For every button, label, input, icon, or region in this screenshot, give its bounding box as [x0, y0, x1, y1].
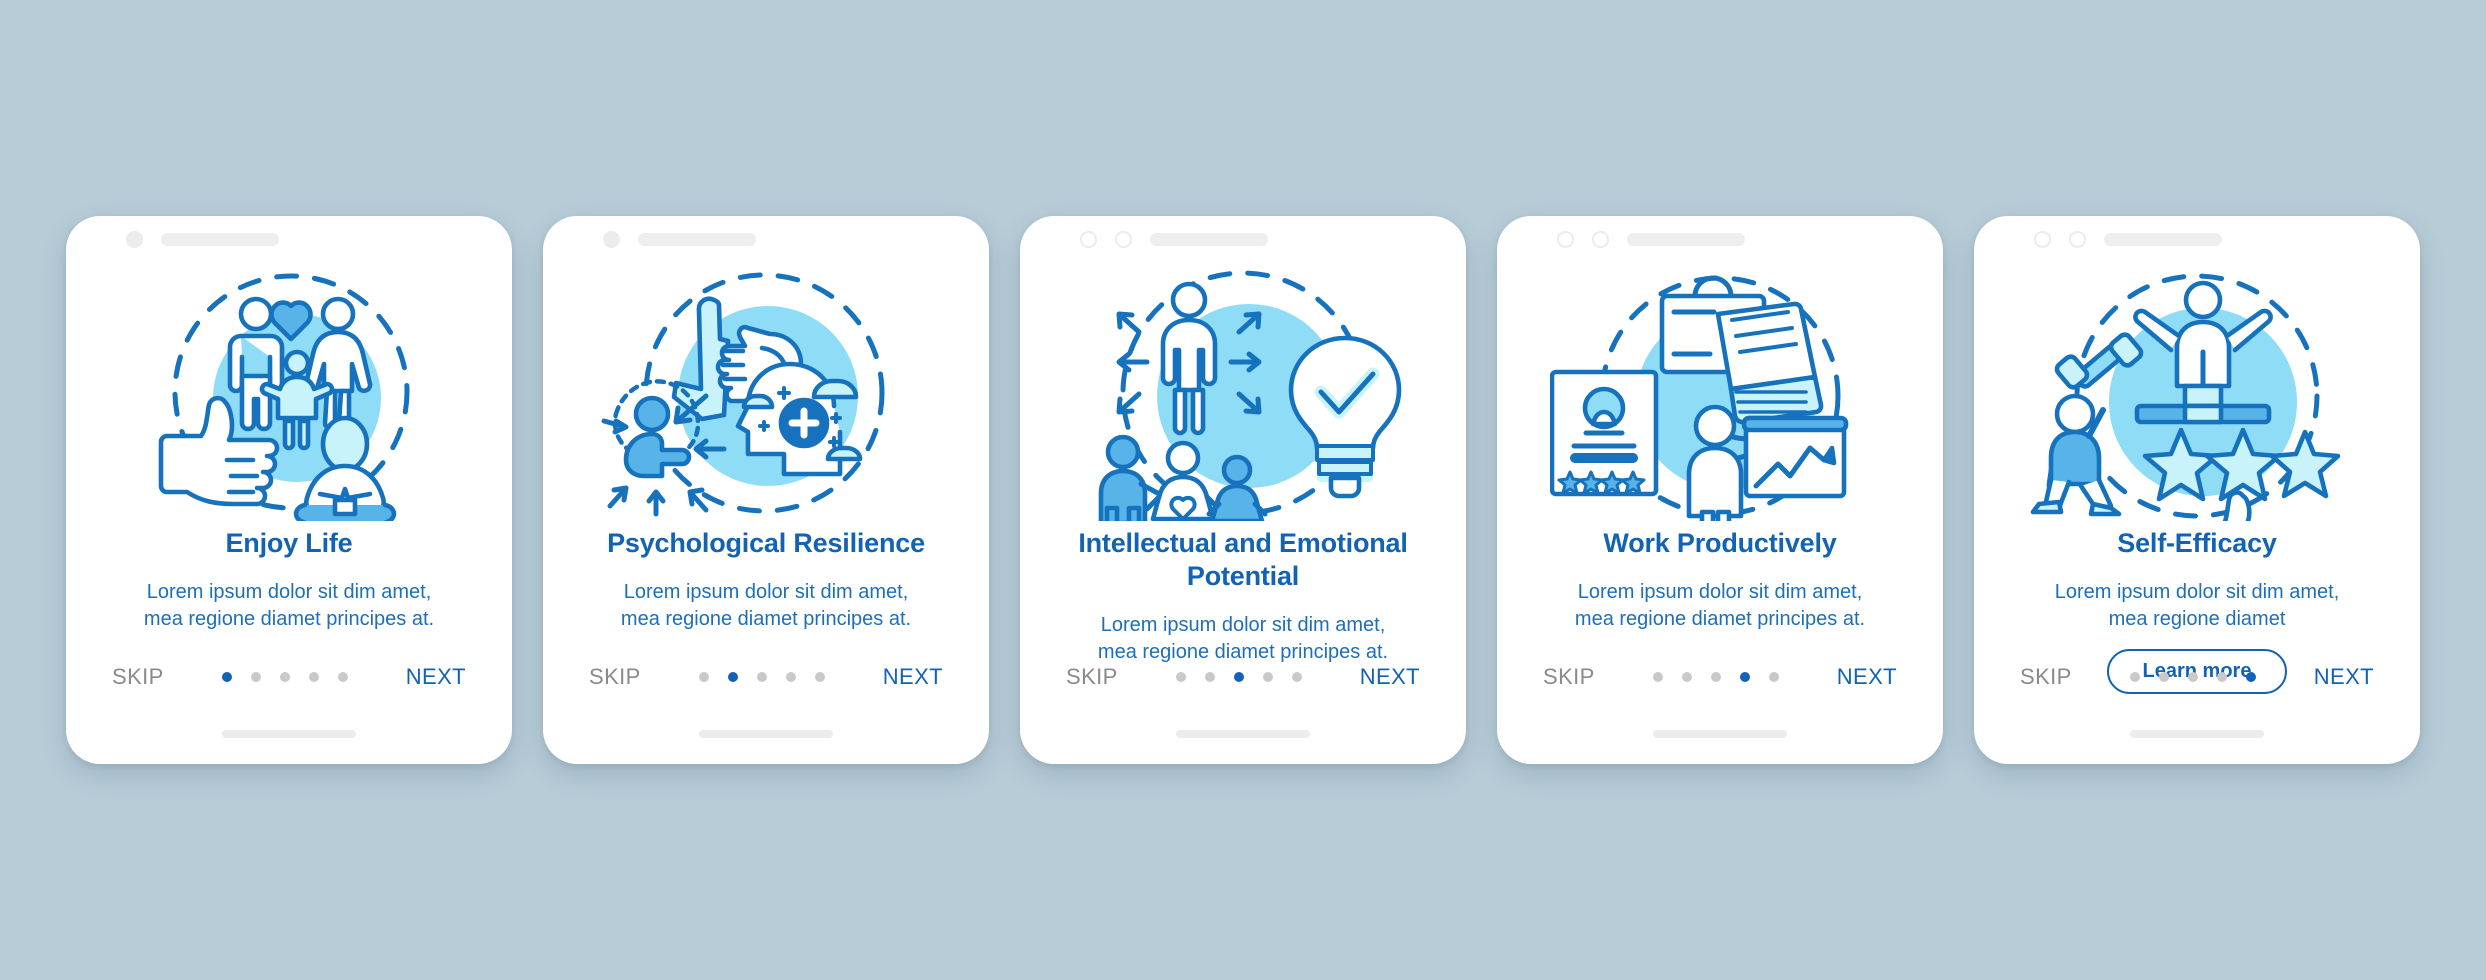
home-indicator: [2130, 730, 2264, 738]
pagination-dot[interactable]: [756, 672, 767, 682]
card-title: Enjoy Life: [225, 528, 353, 558]
camera-ring-icon: [2034, 230, 2051, 248]
speaker-grill-icon: [1150, 232, 1268, 246]
illustration-self-efficacy: [2027, 266, 2367, 521]
pagination-dot[interactable]: [221, 672, 232, 682]
skip-button[interactable]: SKIP: [112, 664, 164, 690]
onboarding-card-4: Work Productively Lorem ipsum dolor sit …: [1497, 216, 1943, 764]
card-nav: SKIP NEXT: [543, 664, 989, 690]
card-title: Self-Efficacy: [2117, 528, 2277, 558]
skip-button[interactable]: SKIP: [1066, 664, 1118, 690]
next-button[interactable]: NEXT: [1837, 664, 1897, 690]
pagination-dot[interactable]: [1710, 672, 1721, 682]
home-indicator: [1176, 730, 1310, 738]
pagination-dot[interactable]: [2187, 672, 2198, 682]
card-nav: SKIP NEXT: [1974, 664, 2420, 690]
pagination-dot[interactable]: [1233, 672, 1244, 682]
next-button[interactable]: NEXT: [883, 664, 943, 690]
speaker-grill-icon: [161, 232, 279, 246]
illustration-enjoy-life: [119, 266, 459, 521]
card-nav: SKIP NEXT: [1020, 664, 1466, 690]
pagination-dot[interactable]: [2158, 672, 2169, 682]
card-title: Psychological Resilience: [607, 528, 925, 558]
pagination-dot[interactable]: [1768, 672, 1779, 682]
onboarding-card-2: Psychological Resilience Lorem ipsum dol…: [543, 216, 989, 764]
sensor-ring-icon: [1592, 230, 1609, 248]
card-title: Intellectual and Emotional Potential: [1078, 528, 1408, 592]
card-title: Work Productively: [1603, 528, 1837, 558]
skip-button[interactable]: SKIP: [2020, 664, 2072, 690]
speaker-grill-icon: [1627, 232, 1745, 246]
sensor-ring-icon: [1115, 230, 1132, 248]
camera-dot-icon: [603, 230, 620, 248]
illustration-intellectual-emotional-potential: [1073, 266, 1413, 521]
home-indicator: [1653, 730, 1787, 738]
card-body: Lorem ipsum dolor sit dim amet, mea regi…: [143, 581, 435, 630]
pagination-dot[interactable]: [1291, 672, 1302, 682]
pagination-dot[interactable]: [1652, 672, 1663, 682]
pagination-dots: [1652, 672, 1779, 682]
onboarding-card-1: Enjoy Life Lorem ipsum dolor sit dim ame…: [66, 216, 512, 764]
speaker-grill-icon: [638, 232, 756, 246]
pagination-dot[interactable]: [1175, 672, 1186, 682]
pagination-dot[interactable]: [814, 672, 825, 682]
pagination-dot[interactable]: [1739, 672, 1750, 682]
pagination-dots: [2129, 672, 2256, 682]
card-nav: SKIP NEXT: [1497, 664, 1943, 690]
pagination-dot[interactable]: [1681, 672, 1692, 682]
onboarding-card-3: Intellectual and Emotional Potential Lor…: [1020, 216, 1466, 764]
pagination-dot[interactable]: [308, 672, 319, 682]
onboarding-card-5: Self-Efficacy Lorem ipsum dolor sit dim …: [1974, 216, 2420, 764]
status-bar: [1497, 216, 1943, 262]
pagination-dot[interactable]: [727, 672, 738, 682]
speaker-grill-icon: [2104, 232, 2222, 246]
home-indicator: [222, 730, 356, 738]
pagination-dot[interactable]: [2245, 672, 2256, 682]
card-body: Lorem ipsum dolor sit dim amet, mea regi…: [2054, 581, 2340, 630]
card-nav: SKIP NEXT: [66, 664, 512, 690]
skip-button[interactable]: SKIP: [1543, 664, 1595, 690]
status-bar: [1974, 216, 2420, 262]
illustration-psychological-resilience: [596, 266, 936, 521]
card-body: Lorem ipsum dolor sit dim amet, mea regi…: [1574, 581, 1866, 630]
pagination-dot[interactable]: [698, 672, 709, 682]
next-button[interactable]: NEXT: [2314, 664, 2374, 690]
pagination-dot[interactable]: [250, 672, 261, 682]
home-indicator: [699, 730, 833, 738]
pagination-dots: [1175, 672, 1302, 682]
pagination-dot[interactable]: [279, 672, 290, 682]
illustration-work-productively: [1550, 266, 1890, 521]
camera-ring-icon: [1080, 230, 1097, 248]
sensor-ring-icon: [2069, 230, 2086, 248]
skip-button[interactable]: SKIP: [589, 664, 641, 690]
pagination-dot[interactable]: [785, 672, 796, 682]
onboarding-screens-board: Enjoy Life Lorem ipsum dolor sit dim ame…: [0, 0, 2486, 980]
status-bar: [1020, 216, 1466, 262]
pagination-dots: [698, 672, 825, 682]
next-button[interactable]: NEXT: [406, 664, 466, 690]
card-body: Lorem ipsum dolor sit dim amet, mea regi…: [620, 581, 912, 630]
camera-ring-icon: [1557, 230, 1574, 248]
next-button[interactable]: NEXT: [1360, 664, 1420, 690]
status-bar: [66, 216, 512, 262]
camera-dot-icon: [126, 230, 143, 248]
pagination-dot[interactable]: [1204, 672, 1215, 682]
pagination-dots: [221, 672, 348, 682]
pagination-dot[interactable]: [2216, 672, 2227, 682]
pagination-dot[interactable]: [2129, 672, 2140, 682]
pagination-dot[interactable]: [337, 672, 348, 682]
status-bar: [543, 216, 989, 262]
pagination-dot[interactable]: [1262, 672, 1273, 682]
card-body: Lorem ipsum dolor sit dim amet, mea regi…: [1097, 614, 1389, 663]
